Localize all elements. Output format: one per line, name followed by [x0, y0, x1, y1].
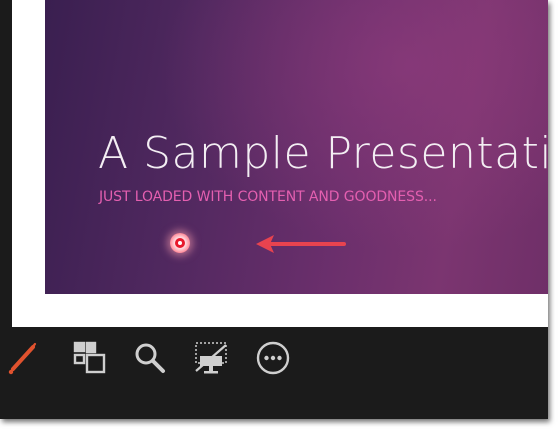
see-all-slides-button[interactable]: [70, 339, 110, 377]
see-all-slides-icon: [73, 341, 106, 374]
laser-pointer-core: [175, 238, 185, 248]
laser-pointer-dot: [170, 233, 190, 253]
pen-laser-tool-button[interactable]: [2, 339, 42, 377]
slide-area: A Sample Presentati JUST LOADED WITH CON…: [12, 0, 548, 327]
presenter-toolbar: [0, 327, 548, 419]
annotation-arrow-icon: [256, 235, 346, 253]
more-options-button[interactable]: [253, 339, 293, 377]
slide-subtitle: JUST LOADED WITH CONTENT AND GOODNESS...: [99, 189, 437, 205]
black-screen-icon: [195, 342, 227, 374]
presenter-view-window: A Sample Presentati JUST LOADED WITH CON…: [0, 0, 548, 419]
slide-title: A Sample Presentati: [98, 128, 548, 179]
laser-pen-icon: [8, 342, 37, 375]
zoom-magnifier-icon: [135, 343, 165, 373]
black-screen-button[interactable]: [191, 339, 231, 377]
zoom-button[interactable]: [130, 339, 170, 377]
more-options-icon: [256, 341, 290, 375]
